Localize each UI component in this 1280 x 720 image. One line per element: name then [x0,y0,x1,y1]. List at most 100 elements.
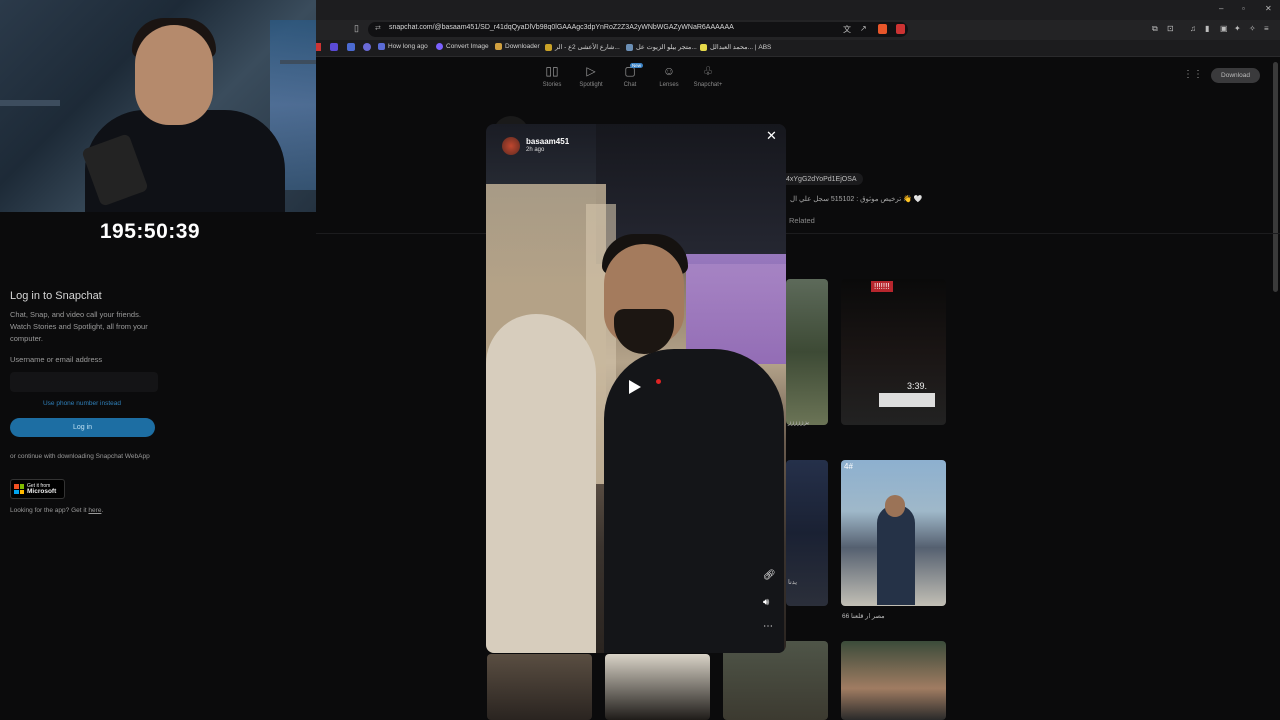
apps-grid-icon[interactable]: ⋮⋮ [1183,69,1203,80]
maximize-icon[interactable]: ▫ [1242,4,1245,13]
bookmark-favicon-icon [700,43,707,51]
screenshot-icon[interactable]: ⊡ [1167,24,1174,33]
menu-icon[interactable]: ≡ [1264,24,1269,33]
nav-label: Stories [542,82,562,88]
story-user-avatar[interactable] [502,137,520,155]
play-icon[interactable] [629,380,641,394]
phone-number-link[interactable]: Use phone number instead [10,400,154,407]
share-icon[interactable]: ↗ [860,24,867,33]
url-text: snapchat.com/@basaam451/SD_r41dqQyaDlVb9… [389,24,734,31]
stream-timer: 195:50:39 [99,220,201,243]
bookmark-label: محمد العبدالل... | ABS [710,44,772,51]
rewards-icon[interactable] [896,24,905,34]
bookmark-label: Downloader [505,43,540,50]
spotlight-tile[interactable] [487,654,592,720]
get-app-prefix: Looking for the app? Get it [10,507,89,514]
ghost-icon: ♧ [702,64,714,78]
tile-caption: مصر ار قلعنا 66 [842,613,885,620]
tile-tag: 4# [844,462,853,471]
more-options-icon[interactable]: ⋯ [763,621,773,632]
extensions-icon[interactable]: ⧉ [1152,24,1158,34]
bookmark-label: شارع الأعشى 2ع - الر... [555,44,620,51]
bookmark-street[interactable]: شارع الأعشى 2ع - الر... [545,43,620,51]
spotlight-tile[interactable] [841,641,946,720]
streamer-webcam [0,0,316,212]
section-divider [316,233,1280,234]
nav-chat[interactable]: ▢ Chat [610,64,650,88]
close-icon[interactable]: ✕ [766,128,777,144]
bookmark-red-icon[interactable] [316,43,321,51]
new-badge: New [630,63,644,68]
bookmark-downloader[interactable]: Downloader [495,43,540,50]
nav-stories[interactable]: ▯▯ Stories [532,64,572,88]
tile-caption: يزززززز [788,419,810,426]
bookmark-convert-image[interactable]: Convert Image [436,43,489,50]
volume-icon[interactable]: 🔊︎ [763,597,769,608]
login-title: Log in to Snapchat [10,290,102,302]
profile-bio: 🤍 👋 ترخيص موثوق : 515102 سجل علي ال [790,196,923,203]
nav-lenses[interactable]: ☺ Lenses [649,64,689,88]
sidebar-icon[interactable]: ▮ [1205,24,1209,33]
stories-icon: ▯▯ [545,64,559,78]
story-timestamp: 2h ago [526,147,545,153]
tile-exclaim: !!!!!!! [871,281,893,292]
close-window-icon[interactable]: ✕ [1265,4,1272,13]
spotlight-tile[interactable]: 4# [841,460,946,606]
tile-caption: يدنا [788,579,798,586]
music-icon[interactable]: ♫ [1190,24,1196,33]
story-username[interactable]: basaam451 [526,137,569,146]
spotlight-tile[interactable] [605,654,710,720]
bookmark-favicon-icon [545,43,552,51]
get-app-text: Looking for the app? Get it here. [10,507,103,514]
leo-icon[interactable]: ✦ [1234,24,1241,33]
profile-code-chip[interactable]: 4xYgG2dYoPd1EjOSA [780,173,863,185]
nav-snapchat-plus[interactable]: ♧ Snapchat+ [688,64,728,88]
link-icon[interactable]: 🔗︎ [763,570,776,581]
download-webapp-text: or continue with downloading Snapchat We… [10,453,150,460]
record-dot-icon [656,379,661,384]
nav-label: Lenses [659,82,679,88]
login-button[interactable]: Log in [10,418,155,437]
browser-titlebar [316,0,1280,20]
bookmark-s-icon[interactable] [330,43,338,51]
tile-timer: 3:39. [907,381,928,391]
tile-person [877,505,915,605]
minimize-icon[interactable]: – [1219,4,1223,13]
nav-label: Snapchat+ [693,82,723,88]
tile-overlay-box [879,393,935,407]
nav-label: Spotlight [579,82,603,88]
bookmark-favicon-icon [378,43,385,50]
site-info-icon[interactable]: ⇄ [375,24,381,32]
bookmark-favicon-icon [436,43,443,50]
get-app-suffix: . [101,507,104,514]
brave-shield-icon[interactable] [878,24,887,34]
get-app-link[interactable]: here [88,507,101,514]
bookmark-store[interactable]: متجر بيلو الزيوت عل... [626,43,697,51]
login-description: Chat, Snap, and video call your friends.… [10,310,148,343]
spotlight-tile[interactable] [786,279,828,425]
bookmark-icon[interactable]: ▯ [354,23,359,34]
bookmark-label: Convert Image [446,43,489,50]
wallet-icon[interactable]: ▣ [1220,24,1228,33]
microsoft-store-badge[interactable]: Get it from Microsoft [10,479,65,499]
translate-icon[interactable]: 文 [843,24,851,35]
nav-spotlight[interactable]: ▷ Spotlight [571,64,611,88]
microsoft-logo-icon [14,484,24,494]
vpn-icon[interactable]: ✧ [1249,24,1256,33]
username-label: Username or email address [10,355,103,364]
download-button[interactable]: Download [1211,68,1260,83]
bookmark-label: How long ago [388,43,428,50]
username-input[interactable] [10,372,158,392]
bookmark-favicon-icon [626,43,633,51]
bookmark-abs[interactable]: محمد العبدالل... | ABS [700,43,771,51]
spotlight-icon: ▷ [586,64,596,78]
bookmark-label: متجر بيلو الزيوت عل... [636,44,697,51]
bookmark-sync-icon[interactable] [363,43,371,51]
tab-related[interactable]: Related [789,216,815,225]
spotlight-tile[interactable]: !!!!!!! 3:39. [841,279,946,425]
microsoft-badge-text: Get it from Microsoft [27,483,56,495]
bookmark-favicon-icon [495,43,502,50]
page-scrollbar[interactable] [1273,62,1278,292]
bookmark-c-icon[interactable] [347,43,355,51]
bookmark-how-long-ago[interactable]: How long ago [378,43,428,50]
